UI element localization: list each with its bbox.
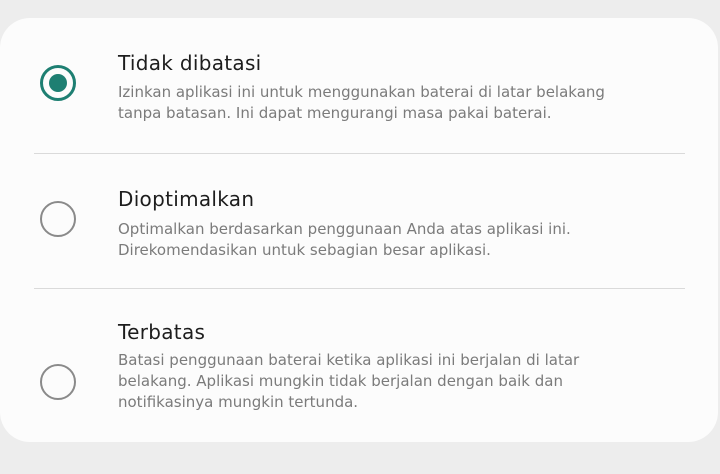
option-description: Batasi penggunaan baterai ketika aplikas…: [118, 351, 580, 411]
radio-button[interactable]: [40, 364, 76, 400]
option-title: Tidak dibatasi: [118, 51, 262, 75]
option-description: Izinkan aplikasi ini untuk menggunakan b…: [118, 83, 605, 122]
option-description: Optimalkan berdasarkan penggunaan Anda a…: [118, 220, 571, 259]
radio-button-selected[interactable]: [40, 65, 76, 101]
option-title: Dioptimalkan: [118, 187, 255, 211]
radio-button[interactable]: [40, 201, 76, 237]
battery-usage-options-card: Tidak dibatasi Izinkan aplikasi ini untu…: [0, 18, 718, 442]
option-optimized[interactable]: Dioptimalkan Optimalkan berdasarkan peng…: [0, 153, 718, 288]
option-title: Terbatas: [118, 320, 206, 344]
option-unrestricted[interactable]: Tidak dibatasi Izinkan aplikasi ini untu…: [0, 18, 718, 153]
option-restricted[interactable]: Terbatas Batasi penggunaan baterai ketik…: [0, 288, 718, 442]
radio-selected-dot: [49, 74, 67, 92]
